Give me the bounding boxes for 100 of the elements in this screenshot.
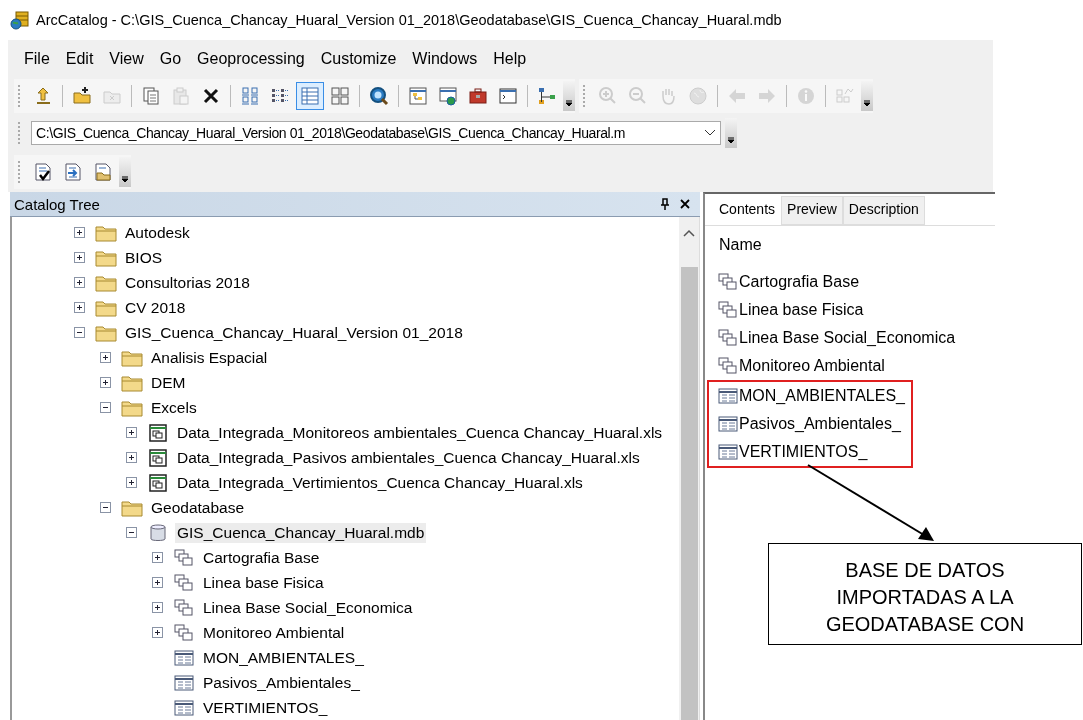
search-icon bbox=[369, 86, 389, 106]
folder-icon bbox=[121, 373, 143, 392]
folder-icon bbox=[95, 273, 117, 292]
close-icon[interactable] bbox=[680, 199, 690, 209]
details-view-button[interactable] bbox=[296, 82, 324, 110]
toolbar-overflow-button[interactable] bbox=[119, 157, 131, 187]
tree-item[interactable]: MON_AMBIENTALES_ bbox=[201, 647, 366, 668]
tree-item[interactable]: Data_Integrada_Monitoreos ambientales_Cuenca Chancay_Huaral.xls bbox=[175, 422, 665, 443]
toolbar-overflow-button[interactable] bbox=[725, 118, 737, 148]
chevron-icon bbox=[727, 137, 735, 145]
callout-text: BASE DE DATOS IMPORTADAS A LA GEODATABASE CON bbox=[825, 558, 1025, 637]
menu-item[interactable]: Help bbox=[485, 50, 535, 68]
tree-item[interactable]: VERTIMIENTOS_ bbox=[201, 697, 330, 718]
tree-item[interactable]: Linea Base Social_Economica bbox=[201, 597, 415, 618]
table-icon bbox=[173, 673, 195, 692]
expand-icon[interactable] bbox=[74, 302, 85, 313]
tree-item[interactable]: Cartografia Base bbox=[201, 547, 322, 568]
content-item[interactable]: MON_AMBIENTALES_ bbox=[739, 387, 905, 405]
tree-item[interactable]: CV 2018 bbox=[123, 297, 188, 318]
scrollbar[interactable] bbox=[679, 217, 699, 720]
flowchart-icon bbox=[537, 86, 557, 106]
tree-item[interactable]: Autodesk bbox=[123, 222, 192, 243]
grid-icon bbox=[835, 86, 855, 106]
document-folder-icon bbox=[93, 162, 113, 182]
expand-icon[interactable] bbox=[152, 602, 163, 613]
table-icon bbox=[717, 415, 739, 433]
pin-icon[interactable] bbox=[660, 198, 670, 210]
globe-icon bbox=[688, 86, 708, 106]
tree-item[interactable]: Consultorias 2018 bbox=[123, 272, 252, 293]
column-header[interactable]: Name bbox=[719, 236, 995, 254]
expand-icon[interactable] bbox=[74, 252, 85, 263]
expand-icon[interactable] bbox=[126, 452, 137, 463]
toolbar-overflow-button[interactable] bbox=[861, 81, 873, 111]
expand-icon[interactable] bbox=[126, 427, 137, 438]
forward-arrow-icon bbox=[757, 86, 777, 106]
tree-item[interactable]: Analisis Espacial bbox=[149, 347, 270, 368]
content-item[interactable]: Cartografia Base bbox=[739, 273, 860, 291]
toolbar-overflow-button[interactable] bbox=[563, 81, 575, 111]
dataset-icon bbox=[173, 548, 195, 567]
folder-icon bbox=[121, 398, 143, 417]
expand-icon[interactable] bbox=[152, 577, 163, 588]
expand-icon[interactable] bbox=[152, 552, 163, 563]
expand-icon[interactable] bbox=[74, 227, 85, 238]
menu-item[interactable]: Edit bbox=[57, 50, 102, 68]
table-icon bbox=[173, 648, 195, 667]
tree-item[interactable]: Data_Integrada_Pasivos ambientales_Cuenca Chancay_Huaral.xls bbox=[175, 447, 642, 468]
panel-title: Catalog Tree bbox=[14, 195, 101, 213]
tree-item[interactable]: Geodatabase bbox=[149, 497, 247, 518]
globe-window-icon bbox=[438, 86, 458, 106]
tree-item[interactable]: Linea base Fisica bbox=[201, 572, 326, 593]
tab[interactable]: Description bbox=[842, 196, 925, 225]
collapse-icon[interactable] bbox=[100, 402, 111, 413]
dropdown-icon bbox=[704, 129, 716, 137]
expand-icon[interactable] bbox=[152, 627, 163, 638]
menu-item[interactable]: File bbox=[16, 50, 58, 68]
window-title: ArcCatalog - C:\GIS_Cuenca_Chancay_Huaral_Version 01_2018\Geodatabase\GIS_Cuenca_Chancay_Huaral.mdb bbox=[36, 12, 782, 28]
collapse-icon[interactable] bbox=[100, 502, 111, 513]
tree-item[interactable]: Excels bbox=[149, 397, 199, 418]
content-item[interactable]: Linea Base Social_Economica bbox=[739, 329, 956, 347]
chevron-icon bbox=[121, 176, 129, 184]
menu-item[interactable]: Windows bbox=[404, 50, 486, 68]
delete-icon bbox=[201, 86, 221, 106]
menu-item[interactable]: Geoprocessing bbox=[189, 50, 313, 68]
app-icon bbox=[10, 10, 30, 30]
content-item[interactable]: Monitoreo Ambiental bbox=[739, 357, 885, 375]
dataset-icon bbox=[173, 598, 195, 617]
content-item[interactable]: Linea base Fisica bbox=[739, 301, 864, 319]
tree-item[interactable]: BIOS bbox=[123, 247, 165, 268]
location-field[interactable]: C:\GIS_Cuenca_Chancay_Huaral_Version 01_2018\Geodatabase\GIS_Cuenca_Chancay_Huaral.m bbox=[31, 121, 721, 145]
tree-item[interactable]: Monitoreo Ambiental bbox=[201, 622, 347, 643]
info-icon bbox=[796, 86, 816, 106]
tree-item[interactable]: GIS_Cuenca_Chancay_Huaral_Version 01_2018 bbox=[123, 322, 465, 343]
expand-icon[interactable] bbox=[74, 277, 85, 288]
tree-item[interactable]: GIS_Cuenca_Chancay_Huaral.mdb bbox=[175, 522, 427, 543]
content-item[interactable]: VERTIMIENTOS_ bbox=[739, 443, 868, 461]
menu-item[interactable]: Go bbox=[151, 50, 190, 68]
spreadsheet-icon bbox=[147, 423, 169, 442]
menu-item[interactable]: View bbox=[101, 50, 152, 68]
expand-icon[interactable] bbox=[126, 477, 137, 488]
scroll-up-icon[interactable] bbox=[683, 229, 695, 237]
table-icon bbox=[173, 698, 195, 717]
zoom-out-icon bbox=[628, 86, 648, 106]
content-item[interactable]: Pasivos_Ambientales_ bbox=[739, 415, 901, 433]
copy-icon bbox=[141, 86, 161, 106]
collapse-icon[interactable] bbox=[74, 327, 85, 338]
folder-icon bbox=[95, 323, 117, 342]
expand-icon[interactable] bbox=[100, 352, 111, 363]
tree-item[interactable]: Data_Integrada_Vertimientos_Cuenca Chancay_Huaral.xls bbox=[175, 472, 585, 493]
collapse-icon[interactable] bbox=[126, 527, 137, 538]
scrollbar-thumb[interactable] bbox=[680, 267, 698, 720]
tree-item[interactable]: DEM bbox=[149, 372, 188, 393]
zoom-in-icon bbox=[598, 86, 618, 106]
thumbnails-view-icon bbox=[330, 86, 350, 106]
tree-window-icon bbox=[408, 86, 428, 106]
dataset-icon bbox=[717, 357, 739, 375]
menu-item[interactable]: Customize bbox=[312, 50, 405, 68]
expand-icon[interactable] bbox=[100, 377, 111, 388]
tab[interactable]: Preview bbox=[781, 196, 843, 225]
dataset-icon bbox=[173, 623, 195, 642]
tree-item[interactable]: Pasivos_Ambientales_ bbox=[201, 672, 362, 693]
